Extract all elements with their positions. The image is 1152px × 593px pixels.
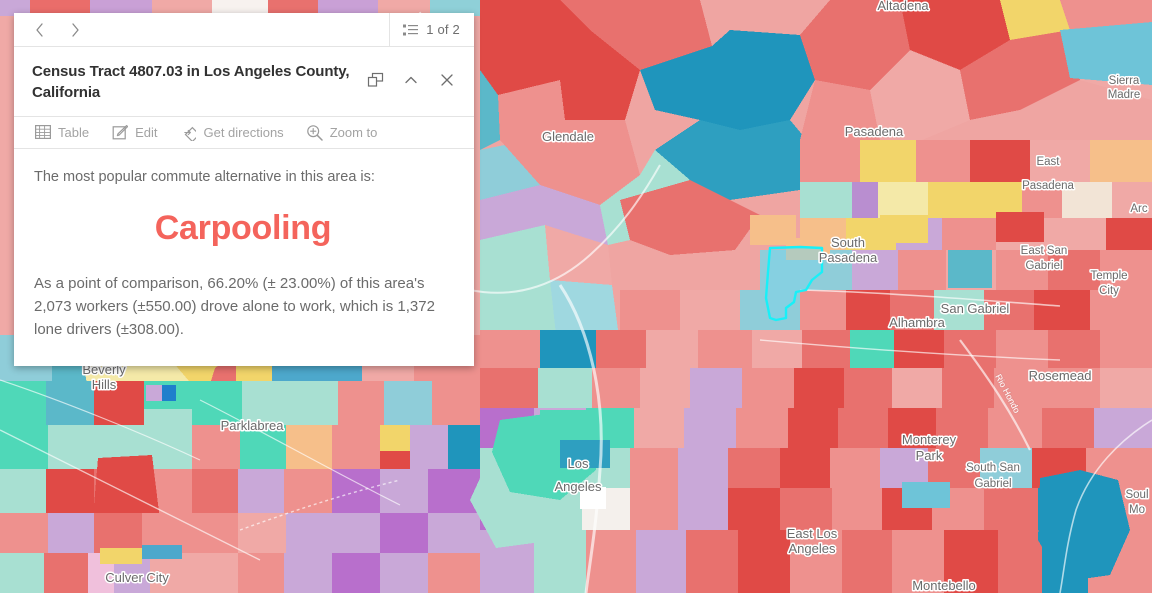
chevron-up-icon bbox=[405, 76, 417, 83]
svg-text:East: East bbox=[1036, 156, 1060, 168]
feature-count-label: 1 of 2 bbox=[426, 22, 460, 37]
svg-text:South San: South San bbox=[966, 462, 1020, 474]
dock-windows-icon bbox=[367, 72, 383, 87]
popup-title: Census Tract 4807.03 in Los Angeles Coun… bbox=[32, 63, 350, 102]
svg-text:Mo: Mo bbox=[1129, 504, 1145, 516]
feature-count[interactable]: 1 of 2 bbox=[389, 13, 474, 46]
edit-tool[interactable]: Edit bbox=[111, 124, 157, 141]
svg-text:Angeles: Angeles bbox=[555, 479, 602, 494]
popup-body: The most popular commute alternative in … bbox=[14, 149, 474, 366]
zoom-to-tool[interactable]: Zoom to bbox=[306, 124, 378, 141]
popup-intro-text: The most popular commute alternative in … bbox=[34, 168, 375, 185]
application-window: Altadena Sierra Madre Pasadena Glendale … bbox=[0, 0, 1152, 593]
svg-text:South: South bbox=[831, 235, 865, 250]
svg-text:Gabriel: Gabriel bbox=[974, 478, 1011, 490]
svg-text:San Gabriel: San Gabriel bbox=[941, 301, 1010, 316]
svg-text:Madre: Madre bbox=[1108, 89, 1141, 101]
svg-text:East Los: East Los bbox=[787, 526, 838, 541]
popup-header: Census Tract 4807.03 in Los Angeles Coun… bbox=[14, 47, 474, 117]
directions-icon bbox=[179, 124, 197, 141]
table-icon bbox=[34, 124, 51, 141]
svg-text:Soul: Soul bbox=[1125, 489, 1148, 501]
edit-tool-label: Edit bbox=[135, 124, 158, 140]
svg-text:Temple: Temple bbox=[1090, 270, 1127, 282]
table-tool[interactable]: Table bbox=[34, 124, 89, 141]
svg-text:Gabriel: Gabriel bbox=[1025, 260, 1062, 272]
svg-text:Park: Park bbox=[916, 448, 943, 463]
svg-text:Glendale: Glendale bbox=[542, 129, 594, 144]
dock-popup-button[interactable] bbox=[366, 71, 384, 89]
svg-text:Montebello: Montebello bbox=[912, 578, 976, 593]
feature-list-icon bbox=[403, 24, 419, 35]
popup-nav-arrows bbox=[14, 17, 88, 43]
previous-feature-button[interactable] bbox=[26, 17, 52, 43]
svg-text:Rosemead: Rosemead bbox=[1029, 368, 1092, 383]
get-directions-tool[interactable]: Get directions bbox=[179, 124, 284, 141]
table-tool-label: Table bbox=[58, 124, 90, 140]
svg-text:Monterey: Monterey bbox=[902, 432, 957, 447]
svg-text:Arc: Arc bbox=[1130, 203, 1148, 215]
feature-popup[interactable]: 1 of 2 Census Tract 4807.03 in Los Angel… bbox=[14, 13, 474, 366]
collapse-popup-button[interactable] bbox=[402, 71, 420, 89]
popup-nav-bar: 1 of 2 bbox=[14, 13, 474, 47]
get-directions-tool-label: Get directions bbox=[203, 124, 284, 140]
svg-text:Pasadena: Pasadena bbox=[845, 124, 904, 139]
close-icon bbox=[441, 74, 453, 86]
popup-toolbar: Table Edit Get directions Zoom to bbox=[14, 117, 474, 149]
chevron-left-icon bbox=[35, 22, 43, 37]
next-feature-button[interactable] bbox=[62, 17, 88, 43]
popup-highlight-value: Carpooling bbox=[154, 208, 332, 247]
chevron-right-icon bbox=[71, 22, 79, 37]
svg-text:Pasadena: Pasadena bbox=[819, 250, 878, 265]
magnifier-plus-icon bbox=[306, 124, 323, 141]
zoom-to-tool-label: Zoom to bbox=[329, 124, 378, 140]
svg-text:Sierra: Sierra bbox=[1109, 75, 1140, 87]
svg-text:Los: Los bbox=[568, 456, 589, 471]
svg-text:Pasadena: Pasadena bbox=[1022, 180, 1074, 192]
popup-detail-text: As a point of comparison, 66.20% (± 23.0… bbox=[34, 274, 435, 339]
popup-header-actions bbox=[366, 61, 460, 89]
close-popup-button[interactable] bbox=[438, 71, 456, 89]
svg-text:East San: East San bbox=[1021, 245, 1068, 257]
svg-text:Angeles: Angeles bbox=[789, 541, 836, 556]
pencil-edit-icon bbox=[111, 124, 128, 141]
svg-text:Culver City: Culver City bbox=[105, 570, 169, 585]
svg-text:Parklabrea: Parklabrea bbox=[221, 418, 285, 433]
svg-text:Alhambra: Alhambra bbox=[889, 315, 945, 330]
svg-text:Hills: Hills bbox=[92, 377, 117, 392]
svg-text:Altadena: Altadena bbox=[877, 0, 929, 13]
svg-text:City: City bbox=[1099, 285, 1119, 297]
